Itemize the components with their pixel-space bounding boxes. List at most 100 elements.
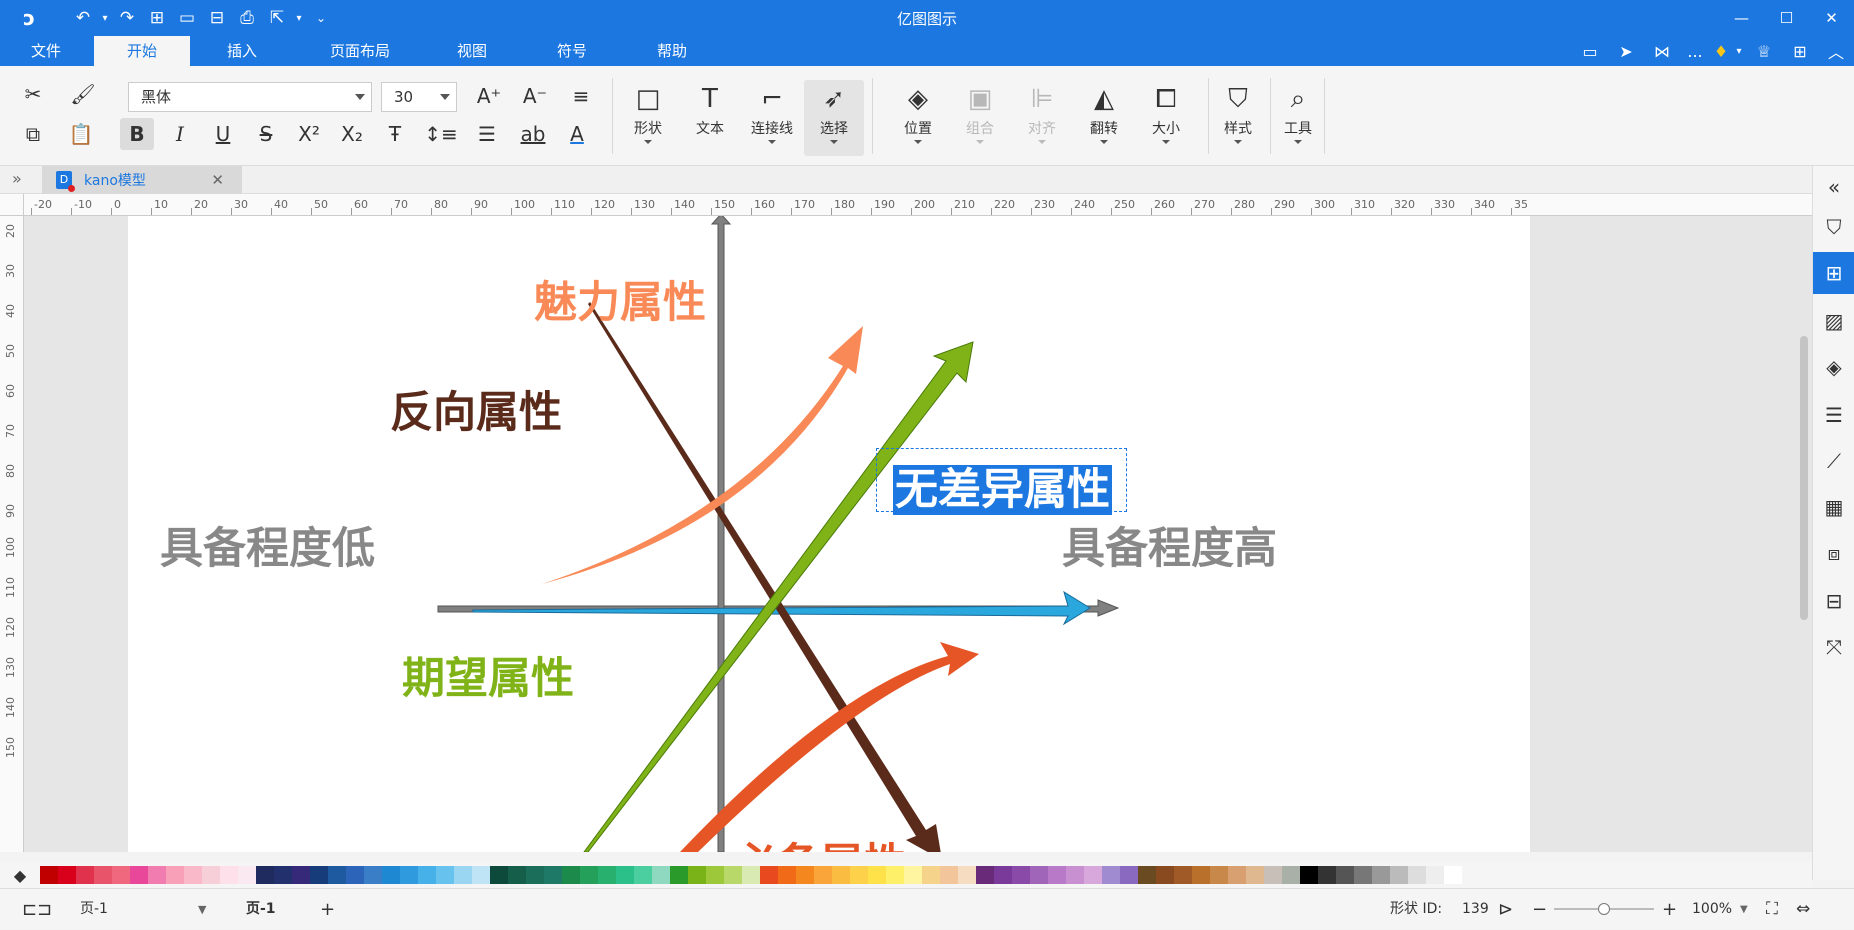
- text-case-icon[interactable]: Ŧ: [378, 118, 412, 150]
- color-swatch[interactable]: [472, 866, 490, 884]
- save-icon[interactable]: ⊟: [202, 3, 232, 33]
- position-button[interactable]: ◈ 位置: [888, 80, 948, 156]
- color-swatch[interactable]: [310, 866, 328, 884]
- color-swatch[interactable]: [418, 866, 436, 884]
- color-swatch[interactable]: [1102, 866, 1120, 884]
- label-high[interactable]: 具备程度高: [1062, 514, 1277, 576]
- color-swatch[interactable]: [850, 866, 868, 884]
- color-swatch[interactable]: [1444, 866, 1462, 884]
- fill-color-icon[interactable]: ◆: [0, 866, 40, 885]
- color-swatch[interactable]: [1120, 866, 1138, 884]
- minimize-icon[interactable]: —: [1719, 0, 1764, 36]
- color-swatch[interactable]: [1156, 866, 1174, 884]
- expand-library-icon[interactable]: »: [12, 169, 22, 188]
- color-swatch[interactable]: [400, 866, 418, 884]
- export-icon[interactable]: ⇱: [262, 3, 292, 33]
- cut-icon[interactable]: ✂: [16, 78, 50, 110]
- color-swatch[interactable]: [922, 866, 940, 884]
- color-swatch[interactable]: [1246, 866, 1264, 884]
- color-swatch[interactable]: [670, 866, 688, 884]
- label-must-be[interactable]: 必备属性: [734, 830, 906, 852]
- color-swatch[interactable]: [202, 866, 220, 884]
- color-swatch[interactable]: [490, 866, 508, 884]
- color-swatch[interactable]: [1390, 866, 1408, 884]
- color-swatch[interactable]: [382, 866, 400, 884]
- canvas-area[interactable]: 魅力属性 反向属性 无差异属性 具备程度低 具备程度高 期望属性 必备属性: [24, 216, 1814, 852]
- color-swatch[interactable]: [1408, 866, 1426, 884]
- grid-panel-icon[interactable]: ⊞: [1813, 252, 1854, 294]
- text-selection-box[interactable]: 无差异属性: [876, 448, 1127, 515]
- zoom-out-button[interactable]: −: [1532, 889, 1547, 930]
- close-tab-icon[interactable]: ✕: [211, 171, 224, 189]
- strikethrough-icon[interactable]: S: [249, 118, 283, 150]
- color-swatch[interactable]: [220, 866, 238, 884]
- font-color-icon[interactable]: A: [560, 118, 594, 150]
- color-swatch[interactable]: [112, 866, 130, 884]
- label-low[interactable]: 具备程度低: [160, 514, 375, 576]
- diagram-page[interactable]: 魅力属性 反向属性 无差异属性 具备程度低 具备程度高 期望属性 必备属性: [128, 216, 1530, 852]
- vip-dropdown-icon[interactable]: ▾: [1732, 46, 1746, 57]
- color-swatch[interactable]: [598, 866, 616, 884]
- menu-view[interactable]: 视图: [440, 36, 504, 66]
- page-selector[interactable]: 页-1: [80, 889, 108, 930]
- font-size-select[interactable]: 30: [381, 82, 457, 112]
- color-swatch[interactable]: [130, 866, 148, 884]
- layout-icon[interactable]: ⧈: [1813, 532, 1854, 574]
- share-icon[interactable]: ⋈: [1644, 42, 1680, 61]
- color-swatch[interactable]: [292, 866, 310, 884]
- color-swatch[interactable]: [76, 866, 94, 884]
- comment-icon[interactable]: ▭: [1572, 42, 1608, 61]
- color-swatch[interactable]: [616, 866, 634, 884]
- print-icon[interactable]: ⎙: [232, 3, 262, 33]
- bold-icon[interactable]: B: [120, 118, 154, 150]
- color-swatch[interactable]: [958, 866, 976, 884]
- color-swatch[interactable]: [40, 866, 58, 884]
- color-swatch[interactable]: [724, 866, 742, 884]
- underline-icon[interactable]: U: [206, 118, 240, 150]
- color-swatch[interactable]: [994, 866, 1012, 884]
- image-icon[interactable]: ▨: [1813, 300, 1854, 342]
- close-icon[interactable]: ✕: [1809, 0, 1854, 36]
- zoom-level[interactable]: 100%: [1692, 889, 1732, 930]
- menu-symbol[interactable]: 符号: [540, 36, 604, 66]
- color-swatch[interactable]: [508, 866, 526, 884]
- color-swatch[interactable]: [1192, 866, 1210, 884]
- grow-font-icon[interactable]: A⁺: [472, 80, 506, 112]
- select-button[interactable]: ➶ 选择: [804, 80, 864, 156]
- maximize-icon[interactable]: ☐: [1764, 0, 1809, 36]
- subscript-icon[interactable]: X₂: [335, 118, 369, 150]
- vip-icon[interactable]: ♦: [1710, 42, 1732, 61]
- color-swatch[interactable]: [634, 866, 652, 884]
- color-swatch[interactable]: [1084, 866, 1102, 884]
- layers-panel-icon[interactable]: ◈: [1813, 346, 1854, 388]
- color-swatch[interactable]: [1318, 866, 1336, 884]
- color-swatch[interactable]: [760, 866, 778, 884]
- chart-icon[interactable]: ⟋: [1813, 440, 1854, 482]
- open-icon[interactable]: ▭: [172, 3, 202, 33]
- label-attractive[interactable]: 魅力属性: [534, 268, 706, 330]
- tools-button[interactable]: ⌕ 工具: [1268, 80, 1328, 156]
- color-swatch[interactable]: [868, 866, 886, 884]
- new-icon[interactable]: ⊞: [142, 3, 172, 33]
- color-swatch[interactable]: [1300, 866, 1318, 884]
- more-label[interactable]: ...: [1680, 42, 1710, 61]
- vertical-axis-arrow[interactable]: [710, 216, 732, 852]
- fill-icon[interactable]: ⛉: [1813, 206, 1854, 248]
- vertical-scrollbar[interactable]: [1800, 336, 1808, 620]
- connect-icon[interactable]: ⤧: [1813, 626, 1854, 668]
- document-tab[interactable]: D kano模型 ✕: [42, 166, 242, 194]
- color-swatch[interactable]: [796, 866, 814, 884]
- label-expected[interactable]: 期望属性: [402, 644, 574, 706]
- color-swatch[interactable]: [328, 866, 346, 884]
- shrink-font-icon[interactable]: A⁻: [518, 80, 552, 112]
- color-swatch[interactable]: [526, 866, 544, 884]
- color-swatch[interactable]: [148, 866, 166, 884]
- menu-page-layout[interactable]: 页面布局: [312, 36, 408, 66]
- color-swatch[interactable]: [184, 866, 202, 884]
- color-swatch[interactable]: [940, 866, 958, 884]
- color-swatch[interactable]: [166, 866, 184, 884]
- color-swatch[interactable]: [454, 866, 472, 884]
- color-swatch[interactable]: [778, 866, 796, 884]
- color-swatch[interactable]: [1030, 866, 1048, 884]
- color-swatch[interactable]: [976, 866, 994, 884]
